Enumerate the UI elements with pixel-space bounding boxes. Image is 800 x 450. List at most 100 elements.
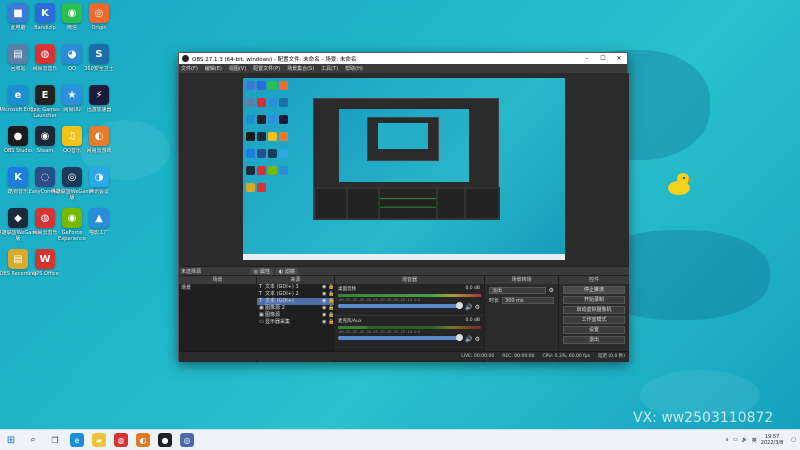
sources-dock: 来源 T 文本 (GDI+) 3 ◉ 🔒 T 文本 (GDI+) 2 ◉ 🔒 T 文本 (GDI+… bbox=[257, 276, 335, 362]
stream-status: 延迟 (0.0 秒) bbox=[597, 354, 625, 359]
volume-slider[interactable] bbox=[338, 334, 463, 341]
preview-area bbox=[179, 73, 629, 266]
lock-icon[interactable]: 🔒 bbox=[328, 298, 334, 305]
close-icon[interactable]: ✕ bbox=[611, 55, 627, 62]
preview-app-icon bbox=[268, 98, 277, 107]
scene-item[interactable]: 场景 bbox=[179, 284, 256, 292]
desktop-icon[interactable]: ⚡ 迅游加速器 bbox=[77, 85, 121, 113]
source-item[interactable]: ▣ 图像源 2 ◉ 🔒 bbox=[257, 305, 334, 312]
preview-app-icon bbox=[268, 81, 277, 90]
controls-dock: 控件 停止推流 开始录制 启动虚拟摄像机 工作室模式 设置 退出 bbox=[559, 276, 629, 362]
desktop-icon-label: 网易云游戏 bbox=[86, 148, 112, 154]
transition-select[interactable]: 淡出 bbox=[489, 287, 546, 294]
volume-slider[interactable] bbox=[338, 302, 463, 309]
desktop-icon-label: 迅游加速器 bbox=[86, 107, 112, 113]
windows-taskbar: ⊞ ⌕ ❐ e ▰ ◍ ◐ ● ◎ ∧ ▭ 🔊 英 19:57 2022/3/8… bbox=[0, 429, 800, 450]
network-icon[interactable]: ▭ bbox=[733, 437, 738, 443]
lock-icon[interactable]: 🔒 bbox=[328, 312, 334, 319]
obs-titlebar[interactable]: OBS 27.1.3 (64-bit, windows) - 配置文件: 未命名… bbox=[179, 53, 627, 64]
desktop-icon-label: 微信 bbox=[66, 25, 77, 31]
game-app-icon[interactable]: ◐ bbox=[136, 433, 150, 447]
preview-app-icon bbox=[279, 149, 288, 158]
desktop-icon-label: QQ bbox=[68, 66, 76, 72]
volume-meter bbox=[338, 294, 481, 297]
menu-file[interactable]: 文件(F) bbox=[181, 65, 198, 72]
exit-button[interactable]: 退出 bbox=[563, 336, 625, 344]
clock-date: 2022/3/8 bbox=[760, 440, 784, 446]
preview-app-icon bbox=[257, 98, 266, 107]
lock-icon[interactable]: 🔒 bbox=[328, 305, 334, 312]
file-explorer-icon[interactable]: ▰ bbox=[92, 433, 106, 447]
preview-app-icon bbox=[246, 115, 255, 124]
obs-logo-icon bbox=[182, 55, 189, 62]
chevron-up-icon[interactable]: ∧ bbox=[725, 437, 729, 443]
lock-icon[interactable]: 🔒 bbox=[328, 319, 334, 326]
notification-icon[interactable]: ▢ bbox=[791, 437, 796, 443]
desktop-icon[interactable]: ◐ 网易云游戏 bbox=[77, 126, 121, 154]
preview-canvas[interactable] bbox=[243, 78, 565, 260]
source-name: 显示器采集 bbox=[265, 319, 291, 325]
filters-button[interactable]: ◐ 滤镜 bbox=[275, 267, 298, 275]
minimize-icon[interactable]: – bbox=[579, 55, 595, 62]
source-item[interactable]: T 文本 (GDI+) ◉ 🔒 bbox=[257, 298, 334, 305]
menu-profile[interactable]: 配置文件(P) bbox=[253, 65, 280, 72]
ime-indicator[interactable]: 英 bbox=[752, 437, 757, 444]
windows-start-icon[interactable]: ⊞ bbox=[4, 433, 18, 447]
track-db: 0.0 dB bbox=[465, 286, 480, 291]
menu-scene-collection[interactable]: 场景集合(S) bbox=[287, 65, 314, 72]
scenes-dock: 场景 场景 + − ⌃ ⌄ bbox=[179, 276, 257, 362]
desktop-icon[interactable]: S 360安全卫士 bbox=[77, 44, 121, 72]
scenes-list: 场景 bbox=[179, 284, 256, 352]
menu-tools[interactable]: 工具(T) bbox=[321, 65, 338, 72]
menu-view[interactable]: 视图(V) bbox=[229, 65, 246, 72]
slider-knob[interactable] bbox=[456, 302, 463, 309]
nested-docks bbox=[314, 187, 500, 220]
source-item[interactable]: T 文本 (GDI+) 3 ◉ 🔒 bbox=[257, 284, 334, 291]
preview-app-icon bbox=[246, 81, 255, 90]
source-item[interactable]: ▣ 图像源 ◉ 🔒 bbox=[257, 312, 334, 319]
source-item[interactable]: T 文本 (GDI+) 2 ◉ 🔒 bbox=[257, 291, 334, 298]
obs-docks: 场景 场景 + − ⌃ ⌄ 来源 T文本 (GDI+) 3◉🔒T文本 (GDI+… bbox=[179, 276, 629, 362]
preview-taskbar bbox=[243, 254, 565, 260]
studio-mode-button[interactable]: 工作室模式 bbox=[563, 316, 625, 324]
menu-help[interactable]: 帮助(H) bbox=[345, 65, 363, 72]
edge-icon[interactable]: e bbox=[70, 433, 84, 447]
task-view-icon[interactable]: ❐ bbox=[48, 433, 62, 447]
gear-icon[interactable]: ⚙ bbox=[549, 287, 554, 294]
speaker-icon[interactable]: 🔊 ⚙ bbox=[465, 304, 480, 311]
clock[interactable]: 19:57 2022/3/8 bbox=[761, 434, 783, 446]
maximize-icon[interactable]: ☐ bbox=[595, 55, 611, 62]
netease-music-icon[interactable]: ◍ bbox=[114, 433, 128, 447]
preview-app-icon bbox=[279, 166, 288, 175]
volume-icon[interactable]: 🔊 bbox=[742, 437, 748, 443]
slider-knob[interactable] bbox=[456, 334, 463, 341]
obs-statusbar: LIVE: 00:00:00 REC: 00:00:00 CPU: 0.3%, … bbox=[179, 351, 629, 360]
sources-title: 来源 bbox=[257, 276, 334, 284]
source-name: 文本 (GDI+) 2 bbox=[265, 291, 299, 297]
source-item[interactable]: ▭ 显示器采集 ◉ 🔒 bbox=[257, 319, 334, 326]
duration-input[interactable]: 300 ms bbox=[502, 297, 554, 304]
app-taskbar-icon[interactable]: ◎ bbox=[180, 433, 194, 447]
preview-app-icon bbox=[279, 132, 288, 141]
obs-menubar: 文件(F) 编辑(E) 视图(V) 配置文件(P) 场景集合(S) 工具(T) … bbox=[179, 64, 627, 73]
desktop-icon[interactable]: ◑ 腾讯会议 bbox=[77, 167, 121, 195]
settings-button[interactable]: 设置 bbox=[563, 326, 625, 334]
nested-dock-transitions bbox=[438, 189, 464, 218]
obs-taskbar-icon[interactable]: ● bbox=[158, 433, 172, 447]
mixer-title: 混音器 bbox=[335, 276, 484, 284]
preview-app-icon bbox=[268, 166, 277, 175]
track-db: 0.0 dB bbox=[465, 318, 480, 323]
menu-edit[interactable]: 编辑(E) bbox=[205, 65, 222, 72]
lock-icon[interactable]: 🔒 bbox=[328, 284, 334, 291]
properties-button[interactable]: ◎ 属性 bbox=[251, 267, 273, 275]
start-recording-button[interactable]: 开始录制 bbox=[563, 296, 625, 304]
speaker-icon[interactable]: 🔊 ⚙ bbox=[465, 336, 480, 343]
stop-streaming-button[interactable]: 停止推流 bbox=[563, 286, 625, 294]
search-icon[interactable]: ⌕ bbox=[26, 433, 40, 447]
start-virtual-camera-button[interactable]: 启动虚拟摄像机 bbox=[563, 306, 625, 314]
lock-icon[interactable]: 🔒 bbox=[328, 291, 334, 298]
desktop-icon[interactable]: ▲ 喵影工厂 bbox=[77, 208, 121, 236]
desktop-icon[interactable]: ◎ Origin bbox=[77, 3, 121, 31]
preview-app-icon bbox=[268, 149, 277, 158]
desktop-icon[interactable]: W WPS Office bbox=[23, 249, 67, 277]
